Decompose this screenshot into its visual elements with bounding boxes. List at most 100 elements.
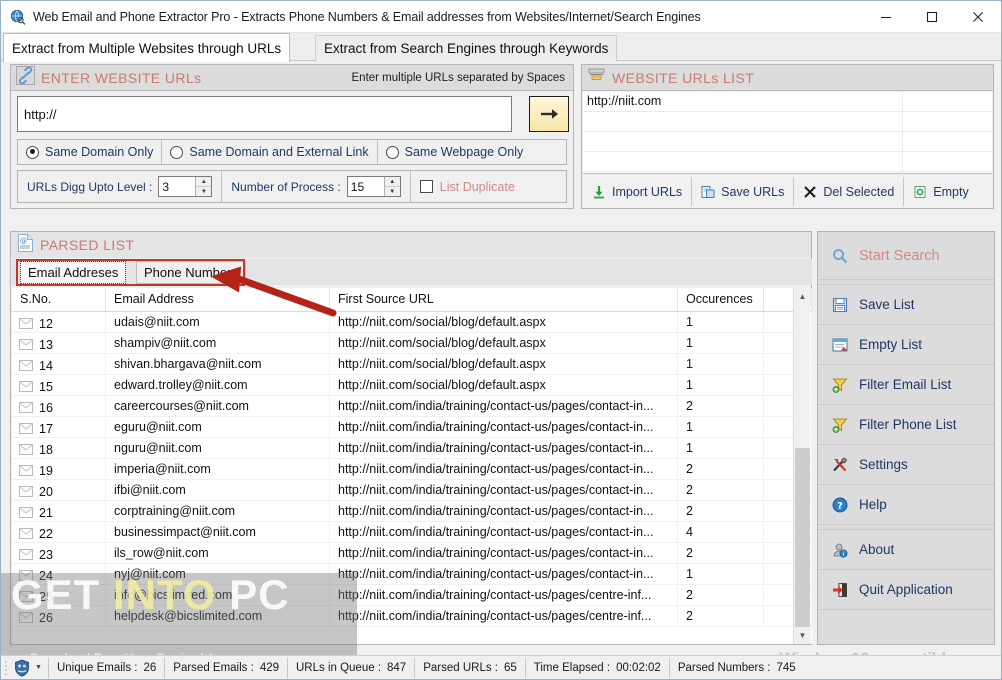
table-row[interactable]: 22 businessimpact@niit.com http://niit.com… (12, 522, 812, 543)
sidebar-item-label: Empty List (859, 337, 923, 352)
website-url-input[interactable] (17, 96, 512, 132)
urls-list-row[interactable]: http://niit.com (583, 92, 992, 112)
sidebar-item-settings[interactable]: Settings (818, 445, 994, 485)
sidebar-item-empty-list[interactable]: Empty List (818, 325, 994, 365)
sidebar-item-filter-phone-list[interactable]: Filter Phone List (818, 405, 994, 445)
column-header-occurences[interactable]: Occurences (678, 288, 764, 311)
scroll-down-icon[interactable]: ▼ (794, 627, 811, 644)
envelope-icon (19, 318, 33, 329)
website-urls-table[interactable]: http://niit.com (583, 92, 992, 192)
panel-header: WEBSITE URLs LIST (582, 65, 993, 91)
list-duplicate-checkbox[interactable] (419, 180, 433, 193)
column-header-sno[interactable]: S.No. (12, 288, 106, 311)
maximize-button[interactable] (909, 1, 955, 33)
urls-list-row[interactable] (583, 112, 992, 132)
stepper-arrows[interactable]: ▲ ▼ (383, 177, 400, 196)
tab-email-addresses[interactable]: Email Addreses (20, 261, 127, 284)
status-dropdown-caret-icon[interactable]: ▼ (35, 664, 42, 671)
cell-email-address: info@bicslimited.com (106, 585, 330, 605)
go-button[interactable] (529, 96, 569, 132)
number-of-process-stepper[interactable]: ▲ ▼ (346, 176, 401, 197)
scroll-up-icon[interactable]: ▲ (794, 288, 811, 305)
table-row[interactable]: 24 nyj@niit.com http://niit.com/india/trai… (12, 564, 812, 585)
cell-occurences: 2 (678, 396, 764, 416)
table-row[interactable]: 23 ils_row@niit.com http://niit.com/india/… (12, 543, 812, 564)
sidebar-item-filter-email-list[interactable]: Filter Email List (818, 365, 994, 405)
table-row[interactable]: 19 imperia@niit.com http://niit.com/india/… (12, 459, 812, 480)
column-header-first-source-url[interactable]: First Source URL (330, 288, 678, 311)
stepper-up-icon[interactable]: ▲ (384, 177, 400, 187)
table-row[interactable]: 20 ifbi@niit.com http://niit.com/india/tra… (12, 480, 812, 501)
close-button[interactable] (955, 1, 1001, 33)
cell-occurences: 1 (678, 333, 764, 353)
table-row[interactable]: 18 nguru@niit.com http://niit.com/india/tr… (12, 438, 812, 459)
stepper-down-icon[interactable]: ▼ (385, 187, 400, 196)
tab-phone-numbers[interactable]: Phone Numbers (136, 261, 246, 284)
cell-email-address: corptraining@niit.com (106, 501, 330, 521)
table-row[interactable]: 26 helpdesk@bicslimited.com http://niit.co… (12, 606, 812, 627)
digg-level-input[interactable] (159, 177, 196, 196)
envelope-icon (19, 381, 33, 392)
cell-first-source-url: http://niit.com/india/training/contact-u… (330, 543, 678, 563)
cell-email-address: businessimpact@niit.com (106, 522, 330, 542)
status-parsed-numbers: Parsed Numbers : 745 (668, 657, 804, 678)
import-urls-button[interactable]: Import URLs (583, 177, 691, 206)
sno-value: 21 (39, 505, 53, 520)
table-row[interactable]: 25 info@bicslimited.com http://niit.com/in… (12, 585, 812, 606)
tab-label: Phone Numbers (144, 265, 238, 280)
column-header-email-address[interactable]: Email Address (106, 288, 330, 311)
website-urls-list-panel: WEBSITE URLs LIST http://niit.com Import… (581, 64, 994, 209)
svg-text:@: @ (20, 237, 27, 245)
table-row[interactable]: 12 udais@niit.com http://niit.com/social/b… (12, 312, 812, 333)
table-row[interactable]: 14 shivan.bhargava@niit.com http://niit.co… (12, 354, 812, 375)
about-person-icon: i (830, 542, 850, 558)
radio-same-domain-and-external-link[interactable]: Same Domain and External Link (161, 140, 376, 164)
save-urls-button[interactable]: Save URLs (691, 177, 793, 206)
empty-button[interactable]: Empty (903, 177, 977, 206)
stepper-up-icon[interactable]: ▲ (196, 177, 212, 187)
parsed-list-tabs: Email Addreses Phone Numbers (12, 259, 812, 286)
cell-sno: 22 (12, 522, 106, 542)
del-selected-button[interactable]: Del Selected (793, 177, 903, 206)
radio-same-webpage-only[interactable]: Same Webpage Only (376, 140, 532, 164)
list-duplicate-group[interactable]: List Duplicate (409, 171, 524, 202)
enter-website-urls-panel: ENTER WEBSITE URLs Enter multiple URLs s… (10, 64, 574, 209)
sidebar-item-help[interactable]: ? Help (818, 485, 994, 525)
radio-same-domain-only[interactable]: Same Domain Only (18, 140, 161, 164)
cell-first-source-url: http://niit.com/social/blog/default.aspx (330, 354, 678, 374)
table-row[interactable]: 21 corptraining@niit.com http://niit.com/i… (12, 501, 812, 522)
minimize-button[interactable] (863, 1, 909, 33)
radio-label: Same Webpage Only (404, 145, 524, 159)
cell-sno: 17 (12, 417, 106, 437)
cell-sno: 18 (12, 438, 106, 458)
scrollbar-thumb[interactable] (795, 448, 810, 628)
cell-email-address: udais@niit.com (106, 312, 330, 332)
cell-occurences: 1 (678, 564, 764, 584)
tab-extract-from-search-engines[interactable]: Extract from Search Engines through Keyw… (315, 35, 618, 61)
stepper-down-icon[interactable]: ▼ (196, 187, 211, 196)
number-of-process-label: Number of Process : (231, 179, 341, 194)
digg-level-stepper[interactable]: ▲ ▼ (158, 176, 213, 197)
envelope-icon (19, 591, 33, 602)
number-of-process-input[interactable] (347, 177, 384, 196)
envelope-icon (19, 570, 33, 581)
stepper-arrows[interactable]: ▲ ▼ (195, 177, 212, 196)
sno-value: 20 (39, 484, 53, 499)
sidebar-item-about[interactable]: i About (818, 530, 994, 570)
table-row[interactable]: 13 shampiv@niit.com http://niit.com/social… (12, 333, 812, 354)
table-row[interactable]: 16 careercourses@niit.com http://niit.com/… (12, 396, 812, 417)
table-row[interactable]: 17 eguru@niit.com http://niit.com/india/tr… (12, 417, 812, 438)
table-row[interactable]: 15 edward.trolley@niit.com http://niit.com… (12, 375, 812, 396)
sidebar-item-start-search[interactable]: Start Search (818, 232, 994, 280)
url-cell-extra (903, 92, 992, 111)
results-vertical-scrollbar[interactable]: ▲ ▼ (793, 288, 811, 644)
urls-list-row[interactable] (583, 132, 992, 152)
sidebar-item-quit-application[interactable]: Quit Application (818, 570, 994, 610)
urls-list-row[interactable] (583, 152, 992, 172)
cell-email-address: careercourses@niit.com (106, 396, 330, 416)
radio-indicator (26, 145, 39, 159)
tab-extract-from-urls[interactable]: Extract from Multiple Websites through U… (3, 33, 291, 62)
sidebar-item-save-list[interactable]: Save List (818, 285, 994, 325)
envelope-icon (19, 423, 33, 434)
panel-title: PARSED LIST (40, 237, 135, 253)
